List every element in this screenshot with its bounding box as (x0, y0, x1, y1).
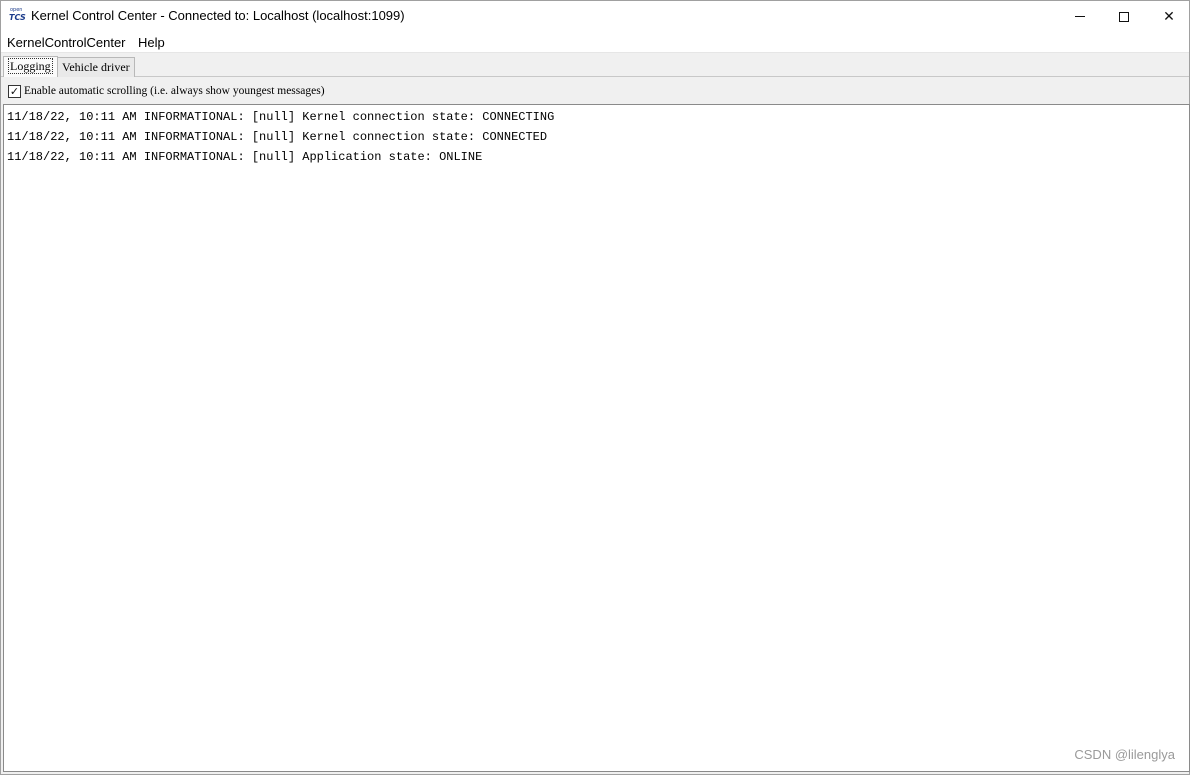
tab-logging[interactable]: Logging (3, 56, 58, 77)
minimize-icon (1075, 16, 1085, 17)
maximize-icon (1119, 11, 1129, 22)
menu-help[interactable]: Help (138, 35, 165, 50)
log-output-area[interactable]: 11/18/22, 10:11 AM INFORMATIONAL: [null]… (3, 104, 1190, 772)
log-line: 11/18/22, 10:11 AM INFORMATIONAL: [null]… (7, 110, 555, 124)
menu-bar: KernelControlCenter Help (1, 32, 1189, 53)
watermark: CSDN @lilenglya (1074, 747, 1175, 762)
menu-kernel-control-center[interactable]: KernelControlCenter (7, 35, 126, 50)
close-button[interactable]: ✕ (1146, 1, 1190, 32)
tab-logging-label: Logging (8, 58, 53, 74)
auto-scroll-label[interactable]: Enable automatic scrolling (i.e. always … (24, 85, 325, 97)
close-icon: ✕ (1163, 8, 1175, 25)
maximize-button[interactable] (1101, 1, 1147, 32)
log-line: 11/18/22, 10:11 AM INFORMATIONAL: [null]… (7, 130, 548, 144)
logging-options: ✓ Enable automatic scrolling (i.e. alway… (1, 81, 1189, 103)
opentcs-logo-icon: open TCS (9, 8, 26, 24)
logo-big-text: TCS (9, 13, 26, 22)
tab-vehicle-driver[interactable]: Vehicle driver (57, 57, 135, 77)
minimize-button[interactable] (1057, 1, 1103, 32)
auto-scroll-checkbox[interactable]: ✓ (8, 85, 21, 98)
window-title: Kernel Control Center - Connected to: Lo… (31, 8, 405, 23)
tab-strip: Logging Vehicle driver (1, 54, 1189, 77)
title-bar[interactable]: open TCS Kernel Control Center - Connect… (1, 1, 1189, 32)
kernel-control-center-window: open TCS Kernel Control Center - Connect… (0, 0, 1190, 775)
log-line: 11/18/22, 10:11 AM INFORMATIONAL: [null]… (7, 150, 483, 164)
